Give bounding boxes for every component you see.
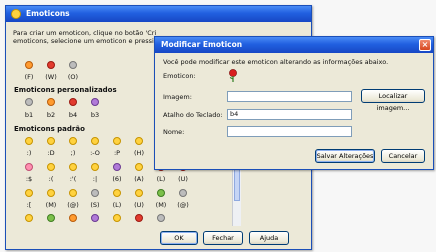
custom-emoticons-heading: Emoticons personalizados (14, 86, 117, 94)
emoticon-code: (6) (112, 175, 122, 183)
surprised-icon[interactable] (84, 136, 106, 146)
emoticon-code: (O) (67, 73, 79, 81)
smiley-icon (11, 9, 21, 19)
locate-image-button[interactable]: Localizar imagem... (361, 89, 425, 112)
shortcut-label: Atalho do Teclado: (163, 111, 223, 119)
emoticon-icon[interactable] (150, 213, 172, 223)
emoticon-code: :P (113, 149, 121, 157)
image-label: Imagem: (163, 93, 192, 101)
emoticon-code: (M) (155, 201, 167, 209)
image-path-field[interactable] (227, 91, 352, 102)
modify-emoticon-dialog: Modificar Emoticon × Você pode modificar… (154, 36, 434, 170)
wink-icon[interactable] (62, 136, 84, 146)
shortcut-input[interactable]: b4 (227, 109, 352, 120)
emoticon-code: (W) (45, 73, 57, 81)
name-label: Nome: (163, 128, 185, 136)
emoticon-icon[interactable] (150, 188, 172, 198)
embarrassed-icon[interactable] (18, 162, 40, 172)
emoticon-icon[interactable] (172, 188, 194, 198)
emoticon-code: :[ (26, 201, 32, 209)
emoticon-code: (A) (134, 175, 144, 183)
angel-icon[interactable] (128, 162, 150, 172)
custom-emoticon-icon[interactable] (40, 97, 62, 107)
default-emoticon-row-3 (18, 188, 194, 198)
default-emoticon-labels-3: :[ (M) (@) (S) (L) (U) (M) (@) (18, 201, 194, 209)
custom-emoticon-icon[interactable] (84, 97, 106, 107)
emoticon-icon[interactable] (106, 213, 128, 223)
emoticon-code: (S) (90, 201, 100, 209)
smile-icon[interactable] (18, 136, 40, 146)
emoticon-code: :-O (90, 149, 100, 157)
emoticon-code: (U) (134, 201, 144, 209)
custom-emoticon-icon[interactable] (18, 97, 40, 107)
emoticon-code: b4 (68, 111, 78, 119)
dialog-description: Você pode modificar este emoticon altera… (163, 58, 389, 66)
instructions-line-2: emoticons, selecione um emoticon e press… (13, 37, 158, 45)
emoticon-icon[interactable] (84, 188, 106, 198)
emoticon-icon[interactable] (40, 213, 62, 223)
default-emoticons-heading: Emoticons padrão (14, 125, 85, 133)
emoticon-code: (F) (24, 73, 34, 81)
emoticon-code: b2 (46, 111, 56, 119)
dialog-titlebar[interactable]: Modificar Emoticon × (155, 37, 433, 53)
disappointed-icon[interactable] (84, 162, 106, 172)
instructions-line-1: Para criar um emoticon, clique no botão … (13, 29, 157, 37)
emoticon-code: ;) (70, 149, 76, 157)
emoticons-titlebar[interactable]: Emoticons (6, 6, 311, 22)
emoticon-code: (@) (177, 201, 189, 209)
default-emoticon-labels-2: :$ :( :'( :| (6) (A) (L) (U) (18, 175, 194, 183)
help-button[interactable]: Ajuda (249, 231, 289, 245)
default-emoticon-row-4 (18, 213, 172, 223)
emoticon-code: :( (48, 175, 54, 183)
emoticon-code: (@) (67, 201, 79, 209)
emoticon-code: b3 (90, 111, 100, 119)
top-emoticon-labels: (F) (W) (O) (18, 73, 84, 81)
tongue-icon[interactable] (106, 136, 128, 146)
rose-emoticon-icon (227, 69, 239, 85)
emoticon-code: :$ (25, 175, 33, 183)
emoticon-icon[interactable] (128, 213, 150, 223)
emoticon-code: (U) (178, 175, 188, 183)
emoticon-code: (L) (112, 201, 122, 209)
emoticon-icon[interactable] (62, 188, 84, 198)
emoticon-icon[interactable] (128, 188, 150, 198)
wilted-rose-icon[interactable] (40, 60, 62, 70)
emoticon-icon[interactable] (18, 188, 40, 198)
emoticon-code: (M) (45, 201, 57, 209)
emoticon-code: (L) (156, 175, 166, 183)
top-emoticon-row (18, 60, 84, 70)
emoticon-icon[interactable] (62, 213, 84, 223)
close-button[interactable]: Fechar (203, 231, 243, 245)
emoticon-icon[interactable] (106, 188, 128, 198)
custom-emoticon-row (18, 97, 106, 107)
ok-button[interactable]: OK (160, 231, 198, 245)
emoticon-icon[interactable] (40, 188, 62, 198)
grin-icon[interactable] (40, 136, 62, 146)
cancel-button[interactable]: Cancelar (381, 149, 425, 163)
name-input[interactable] (227, 126, 352, 137)
custom-emoticon-icon[interactable] (62, 97, 84, 107)
flower-icon[interactable] (18, 60, 40, 70)
emoticon-code: :'( (69, 175, 77, 183)
emoticon-code: :D (47, 149, 55, 157)
emoticon-code: b1 (24, 111, 34, 119)
emoticon-code: :| (92, 175, 98, 183)
clock-icon[interactable] (62, 60, 84, 70)
crying-icon[interactable] (62, 162, 84, 172)
emoticon-code: (H) (134, 149, 144, 157)
emoticon-icon[interactable] (84, 213, 106, 223)
window-title: Emoticons (26, 9, 70, 18)
devil-icon[interactable] (106, 162, 128, 172)
sad-icon[interactable] (40, 162, 62, 172)
emoticon-code: :) (26, 149, 32, 157)
sunglasses-icon[interactable] (128, 136, 150, 146)
save-changes-button[interactable]: Salvar Alterações (315, 149, 375, 163)
custom-emoticon-labels: b1 b2 b4 b3 (18, 111, 106, 119)
close-icon[interactable]: × (419, 39, 431, 51)
emoticon-icon[interactable] (18, 213, 40, 223)
emoticon-label: Emoticon: (163, 72, 196, 80)
dialog-title: Modificar Emoticon (161, 40, 243, 49)
